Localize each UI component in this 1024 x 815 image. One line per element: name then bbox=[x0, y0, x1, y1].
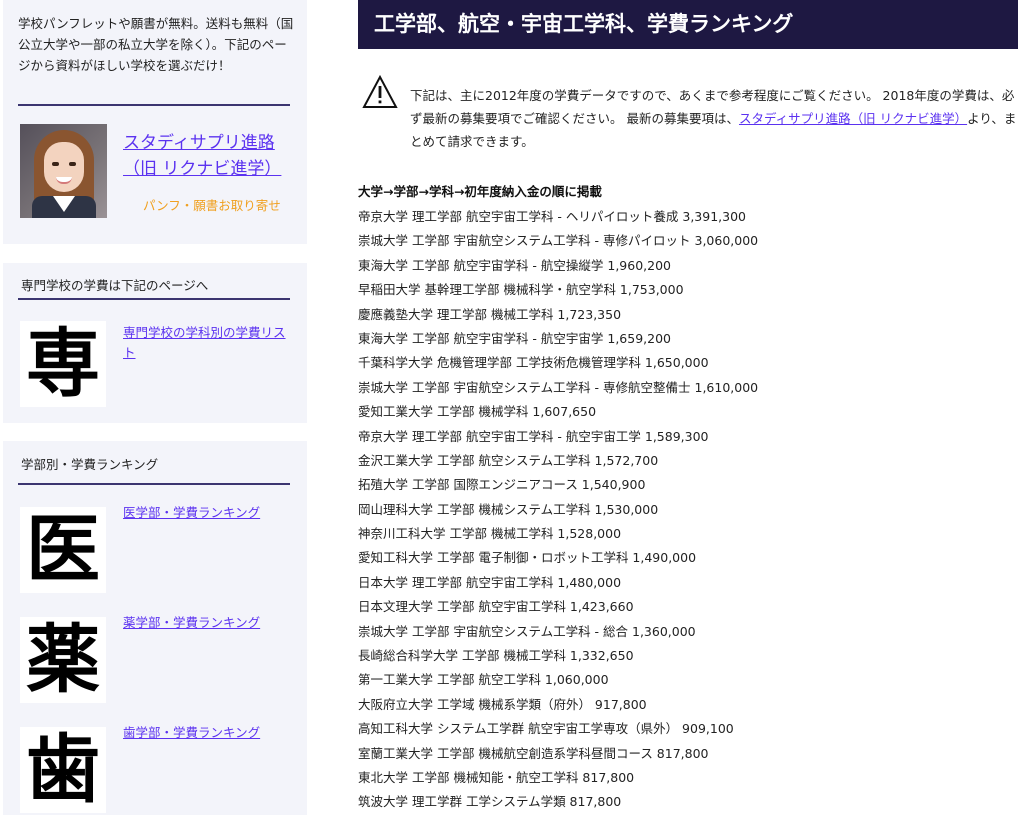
ranking-item: 岡山理科大学 工学部 機械システム工学科 1,530,000 bbox=[358, 501, 659, 517]
ranking-item: 崇城大学 工学部 宇宙航空システム工学科 - 専修パイロット 3,060,000 bbox=[358, 233, 759, 249]
studysapuri-link[interactable]: スタディサプリ進路（旧 リクナビ進学） bbox=[123, 130, 298, 182]
sidebar-card-senmon: 専門学校の学費は下記のページへ 専 専門学校の学科別の学費リスト bbox=[3, 263, 307, 423]
ranking-item: 崇城大学 工学部 宇宙航空システム工学科 - 専修航空整備士 1,610,000 bbox=[358, 379, 759, 395]
ranking-item: 神奈川工科大学 工学部 機械工学科 1,528,000 bbox=[358, 526, 622, 542]
senmon-card-title: 専門学校の学費は下記のページへ bbox=[21, 278, 209, 293]
sidebar-divider bbox=[18, 483, 290, 485]
page-title: 工学部、航空・宇宙工学科、学費ランキング bbox=[374, 12, 794, 36]
ranking-item: 室蘭工業大学 工学部 機械航空創造系学科昼間コース 817,800 bbox=[358, 745, 709, 761]
dental-kanji-image[interactable]: 歯 bbox=[20, 727, 106, 813]
ranking-item: 愛知工業大学 工学部 機械学科 1,607,650 bbox=[358, 404, 597, 420]
faculty-card-title: 学部別・学費ランキング bbox=[21, 457, 159, 472]
sidebar-divider bbox=[18, 298, 290, 300]
ranking-item: 東海大学 工学部 航空宇宙学科 - 航空宇宙学 1,659,200 bbox=[358, 330, 671, 346]
medical-ranking-link[interactable]: 医学部・学費ランキング bbox=[123, 503, 260, 523]
notice-text: 下記は、主に2012年度の学費データですので、あくまで参考程度にご覧ください。 … bbox=[410, 84, 1018, 153]
sidebar-intro-text: 学校パンフレットや願書が無料。送料も無料（国公立大学や一部の私立大学を除く）。下… bbox=[18, 16, 294, 73]
ranking-item: 帝京大学 理工学部 航空宇宙工学科 - ヘリパイロット養成 3,391,300 bbox=[358, 209, 746, 224]
ranking-item: 拓殖大学 工学部 国際エンジニアコース 1,540,900 bbox=[358, 477, 646, 493]
ranking-item: 早稲田大学 基幹理工学部 機械科学・航空学科 1,753,000 bbox=[358, 282, 684, 298]
page-header: 工学部、航空・宇宙工学科、学費ランキング bbox=[358, 0, 1018, 49]
ranking-item: 愛知工科大学 工学部 電子制御・ロボット工学科 1,490,000 bbox=[358, 550, 697, 566]
ranking-item: 高知工科大学 システム工学群 航空宇宙工学専攻（県外） 909,100 bbox=[358, 721, 734, 737]
notice-studysapuri-link[interactable]: スタディサプリ進路（旧 リクナビ進学） bbox=[739, 111, 967, 126]
warning-icon bbox=[362, 75, 398, 108]
ranking-item: 帝京大学 理工学部 航空宇宙工学科 - 航空宇宙工学 1,589,300 bbox=[358, 428, 709, 444]
ranking-item: 大阪府立大学 工学域 機械系学類（府外） 917,800 bbox=[358, 696, 647, 712]
sidebar-card-faculty: 学部別・学費ランキング 医 医学部・学費ランキング 薬 薬学部・学費ランキング … bbox=[3, 441, 307, 815]
senmon-list-link[interactable]: 専門学校の学科別の学費リスト bbox=[123, 323, 293, 363]
ranking-item: 崇城大学 工学部 宇宙航空システム工学科 - 総合 1,360,000 bbox=[358, 623, 696, 639]
medical-kanji-image[interactable]: 医 bbox=[20, 507, 106, 593]
ranking-item: 慶應義塾大学 理工学部 機械工学科 1,723,350 bbox=[358, 306, 622, 322]
ranking-item: 東北大学 工学部 機械知能・航空工学科 817,800 bbox=[358, 769, 635, 785]
ranking-item: 長崎総合科学大学 工学部 機械工学科 1,332,650 bbox=[358, 648, 634, 664]
ranking-item: 日本大学 理工学部 航空宇宙工学科 1,480,000 bbox=[358, 574, 622, 590]
dental-ranking-link[interactable]: 歯学部・学費ランキング bbox=[123, 723, 260, 743]
pharmacy-ranking-link[interactable]: 薬学部・学費ランキング bbox=[123, 613, 260, 633]
ranking-item: 東海大学 工学部 航空宇宙学科 - 航空操縦学 1,960,200 bbox=[358, 257, 671, 273]
student-photo[interactable] bbox=[20, 124, 107, 218]
list-heading: 大学→学部→学科→初年度納入金の順に掲載 bbox=[358, 184, 602, 199]
pharmacy-kanji-image[interactable]: 薬 bbox=[20, 617, 106, 703]
sidebar-divider bbox=[18, 104, 290, 106]
ranking-item: 筑波大学 理工学群 工学システム学類 817,800 bbox=[358, 794, 622, 810]
sidebar-card-pamphlet: 学校パンフレットや願書が無料。送料も無料（国公立大学や一部の私立大学を除く）。下… bbox=[3, 0, 307, 244]
senmon-kanji-image[interactable]: 専 bbox=[20, 321, 106, 407]
ranking-list: 帝京大学 理工学部 航空宇宙工学科 - ヘリパイロット養成 3,391,300 崇… bbox=[358, 205, 758, 815]
ranking-item: 日本文理大学 工学部 航空宇宙工学科 1,423,660 bbox=[358, 599, 634, 615]
ranking-item: 金沢工業大学 工学部 航空システム工学科 1,572,700 bbox=[358, 452, 659, 468]
pamphlet-request-label[interactable]: パンフ・願書お取り寄せ bbox=[143, 195, 281, 214]
ranking-item: 第一工業大学 工学部 航空工学科 1,060,000 bbox=[358, 672, 609, 688]
ranking-item: 千葉科学大学 危機管理学部 工学技術危機管理学科 1,650,000 bbox=[358, 355, 709, 371]
